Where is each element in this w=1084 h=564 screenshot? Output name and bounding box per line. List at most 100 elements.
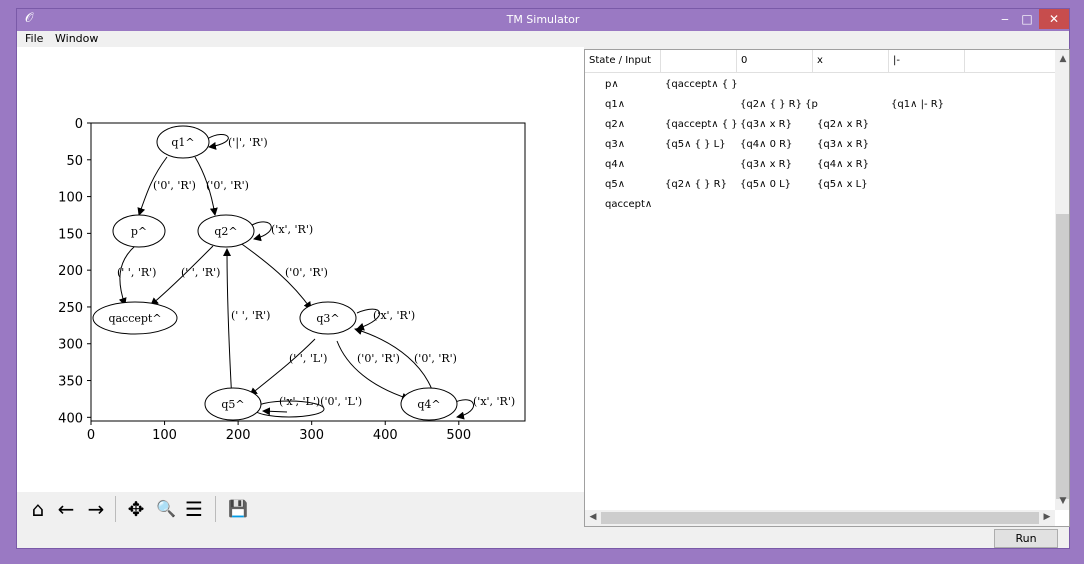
- y-tick-label: 250: [58, 301, 83, 316]
- toolbar-separator: [215, 496, 216, 522]
- table-row[interactable]: qaccept∧: [585, 196, 1055, 216]
- window-title: TM Simulator: [506, 13, 580, 26]
- y-tick-label: 200: [58, 264, 83, 279]
- edge-label: ('x', 'R'): [373, 309, 415, 322]
- forward-arrow-icon[interactable]: →: [83, 496, 109, 522]
- title-bar[interactable]: 𝒪 TM Simulator ‒ □ ✕: [17, 9, 1069, 31]
- edge-label: ('0', 'R'): [357, 352, 400, 365]
- table-header: State / Input 0 x |-: [585, 50, 1055, 73]
- node-label: q4^: [417, 398, 440, 411]
- scroll-right-icon[interactable]: ▶: [1039, 512, 1055, 522]
- edge-label: (' ', 'L'): [289, 352, 327, 365]
- menu-bar: File Window: [17, 31, 1069, 47]
- table-cell: {q1∧ |- R}: [891, 99, 945, 110]
- edge-label: ('0', 'R'): [414, 352, 457, 365]
- plot-pane[interactable]: 0 100 200 300 400 500 0 50 100 150 200 250 300 350 40…: [17, 47, 584, 492]
- y-tick-label: 150: [58, 227, 83, 242]
- close-button[interactable]: ✕: [1039, 9, 1069, 29]
- x-tick-label: 0: [87, 428, 95, 443]
- menu-file[interactable]: File: [25, 32, 43, 45]
- table-cell: p∧: [605, 79, 619, 90]
- state-diagram-plot[interactable]: 0 100 200 300 400 500 0 50 100 150 200 250 300 350 40…: [17, 47, 584, 492]
- edge-label: ('x', 'R'): [271, 223, 313, 236]
- table-cell: {q2∧ { } R} {p: [740, 99, 818, 110]
- edge-label: (' ', 'R'): [231, 309, 270, 322]
- pan-icon[interactable]: ✥: [123, 496, 149, 522]
- table-cell: q1∧: [605, 99, 626, 110]
- table-cell: q4∧: [605, 159, 626, 170]
- table-row[interactable]: p∧ {qaccept∧ { }: [585, 76, 1055, 96]
- y-tick-label: 0: [75, 117, 83, 132]
- column-header[interactable]: 0: [737, 50, 813, 72]
- scroll-left-icon[interactable]: ◀: [585, 512, 601, 522]
- y-tick-label: 300: [58, 338, 83, 353]
- back-arrow-icon[interactable]: ←: [53, 496, 79, 522]
- vertical-scrollbar[interactable]: ▲ ▼: [1055, 50, 1069, 510]
- edge-label: ('0', 'R'): [153, 179, 196, 192]
- y-tick-label: 100: [58, 191, 83, 206]
- y-tick-label: 350: [58, 375, 83, 390]
- edge-label: ('0', 'R'): [285, 266, 328, 279]
- node-label: q1^: [171, 136, 194, 149]
- edge-label: ('|', 'R'): [228, 136, 268, 150]
- table-cell: {q3∧ x R}: [817, 139, 869, 150]
- node-label: q2^: [214, 225, 237, 238]
- save-icon[interactable]: 💾: [225, 496, 251, 522]
- x-axis: 0 100 200 300 400 500: [87, 421, 471, 443]
- transition-table-pane[interactable]: State / Input 0 x |- p∧ {qaccept∧ { } q1…: [584, 49, 1070, 527]
- x-tick-label: 100: [152, 428, 177, 443]
- table-cell: {q2∧ x R}: [817, 119, 869, 130]
- horizontal-scroll-thumb[interactable]: [601, 512, 1039, 524]
- table-cell: {q3∧ x R}: [740, 159, 792, 170]
- column-header[interactable]: |-: [889, 50, 965, 72]
- scroll-down-icon[interactable]: ▼: [1055, 496, 1069, 506]
- column-header[interactable]: [661, 50, 737, 72]
- edge-label: ('x', 'L')('0', 'L'): [279, 395, 362, 408]
- column-header[interactable]: x: [813, 50, 889, 72]
- maximize-button[interactable]: □: [1017, 9, 1037, 29]
- run-button[interactable]: Run: [994, 529, 1058, 548]
- table-row[interactable]: q4∧ {q3∧ x R} {q4∧ x R}: [585, 156, 1055, 176]
- y-tick-label: 400: [58, 411, 83, 426]
- toolbar-separator: [115, 496, 116, 522]
- table-cell: {q3∧ x R}: [740, 119, 792, 130]
- table-row[interactable]: q5∧ {q2∧ { } R} {q5∧ 0 L} {q5∧ x L}: [585, 176, 1055, 196]
- table-cell: {q5∧ { } L}: [665, 139, 726, 150]
- y-tick-label: 50: [66, 154, 83, 169]
- y-axis: 0 50 100 150 200 250 300 350 400: [58, 117, 91, 426]
- x-tick-label: 300: [299, 428, 324, 443]
- table-cell: q2∧: [605, 119, 626, 130]
- scroll-up-icon[interactable]: ▲: [1055, 54, 1069, 64]
- menu-window[interactable]: Window: [55, 32, 98, 45]
- plot-toolbar: ⌂ ← → ✥ 🔍 ☰ 💾: [17, 492, 584, 532]
- x-tick-label: 500: [446, 428, 471, 443]
- table-cell: qaccept∧: [605, 199, 653, 210]
- table-cell: {qaccept∧ { }: [665, 79, 738, 90]
- table-cell: {q4∧ x R}: [817, 159, 869, 170]
- table-cell: {q5∧ x L}: [817, 179, 868, 190]
- x-tick-label: 400: [373, 428, 398, 443]
- x-tick-label: 200: [226, 428, 251, 443]
- table-cell: q5∧: [605, 179, 626, 190]
- node-label: q3^: [316, 312, 339, 325]
- table-cell: q3∧: [605, 139, 626, 150]
- edge-label: (' ', 'R'): [117, 266, 156, 279]
- table-cell: {q5∧ 0 L}: [740, 179, 792, 190]
- home-icon[interactable]: ⌂: [25, 496, 51, 522]
- zoom-icon[interactable]: 🔍: [153, 496, 179, 522]
- app-window: 𝒪 TM Simulator ‒ □ ✕ File Window 0 100 200…: [16, 8, 1070, 549]
- table-row[interactable]: q1∧ {q2∧ { } R} {p {q1∧ |- R}: [585, 96, 1055, 116]
- table-cell: {qaccept∧ { }: [665, 119, 738, 130]
- edge-label: ('0', 'R'): [206, 179, 249, 192]
- edge-label: (' ', 'R'): [181, 266, 220, 279]
- horizontal-scrollbar[interactable]: ◀ ▶: [585, 510, 1055, 526]
- edge-label: ('x', 'R'): [473, 395, 515, 408]
- table-row[interactable]: q2∧ {qaccept∧ { } {q3∧ x R} {q2∧ x R}: [585, 116, 1055, 136]
- vertical-scroll-thumb[interactable]: [1056, 214, 1069, 499]
- node-label: p^: [131, 225, 147, 238]
- column-header[interactable]: State / Input: [585, 50, 661, 72]
- minimize-button[interactable]: ‒: [995, 9, 1015, 29]
- table-row[interactable]: q3∧ {q5∧ { } L} {q4∧ 0 R} {q3∧ x R}: [585, 136, 1055, 156]
- configure-subplots-icon[interactable]: ☰: [181, 496, 207, 522]
- table-cell: {q4∧ 0 R}: [740, 139, 793, 150]
